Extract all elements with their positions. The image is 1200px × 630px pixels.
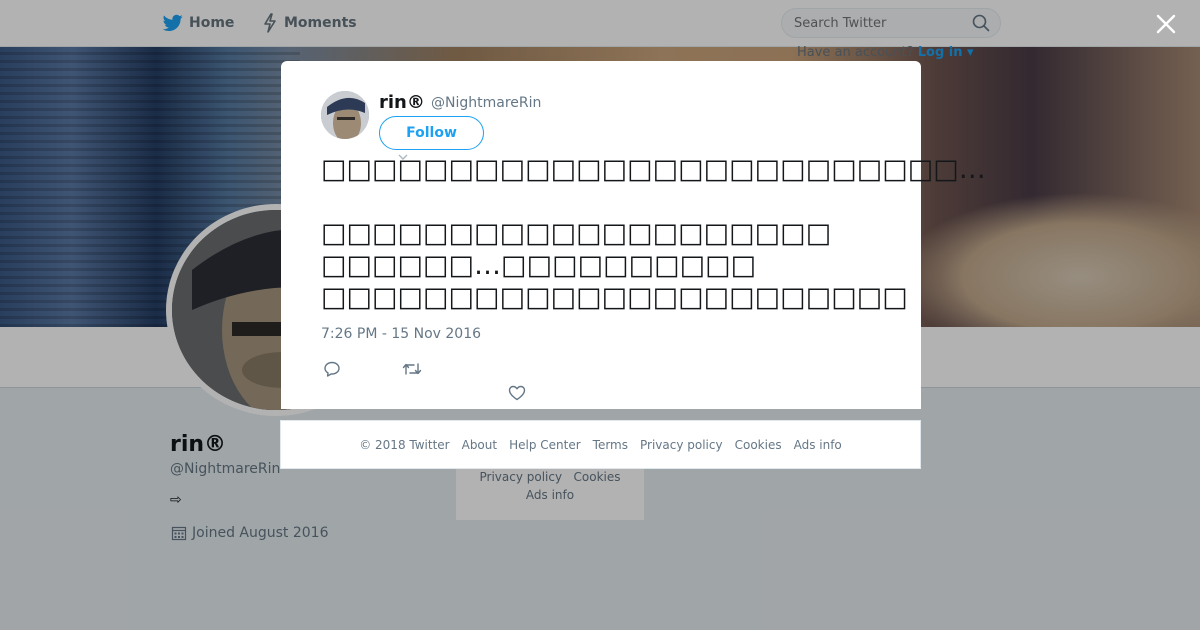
footer-link-about[interactable]: About: [462, 438, 497, 452]
footer-link-privacy-policy[interactable]: Privacy policy: [640, 438, 723, 452]
retweet-icon: [402, 363, 422, 375]
tweet-author-avatar[interactable]: [321, 91, 369, 139]
tweet-author-handle[interactable]: @NightmareRin: [431, 95, 541, 111]
footer-link-cookies[interactable]: Cookies: [735, 438, 782, 452]
tweet-text: □□□□□□□□□□□□□□□□□□□□□□□□□… □□□□□□□□□□□□□…: [321, 154, 986, 313]
footer-copyright: © 2018 Twitter: [359, 437, 450, 452]
tweet-timestamp[interactable]: 7:26 PM - 15 Nov 2016: [321, 326, 481, 342]
like-button[interactable]: [505, 381, 529, 405]
modal-footer: © 2018 Twitter About Help Center Terms P…: [280, 420, 921, 469]
heart-icon: [508, 385, 526, 401]
tweet-modal: rin® @NightmareRin Follow □□□□□□□□□□□□□□…: [281, 61, 986, 409]
follow-button[interactable]: Follow: [379, 116, 484, 150]
footer-link-terms[interactable]: Terms: [593, 438, 628, 452]
reply-button[interactable]: [320, 357, 344, 381]
footer-link-help-center[interactable]: Help Center: [509, 438, 581, 452]
footer-link-ads-info[interactable]: Ads info: [794, 438, 842, 452]
close-icon[interactable]: [1154, 12, 1178, 36]
tweet-author-name[interactable]: rin®: [379, 92, 425, 113]
retweet-button[interactable]: [400, 357, 424, 381]
tweet-author-avatar-image: [321, 91, 369, 139]
reply-icon: [324, 361, 340, 377]
